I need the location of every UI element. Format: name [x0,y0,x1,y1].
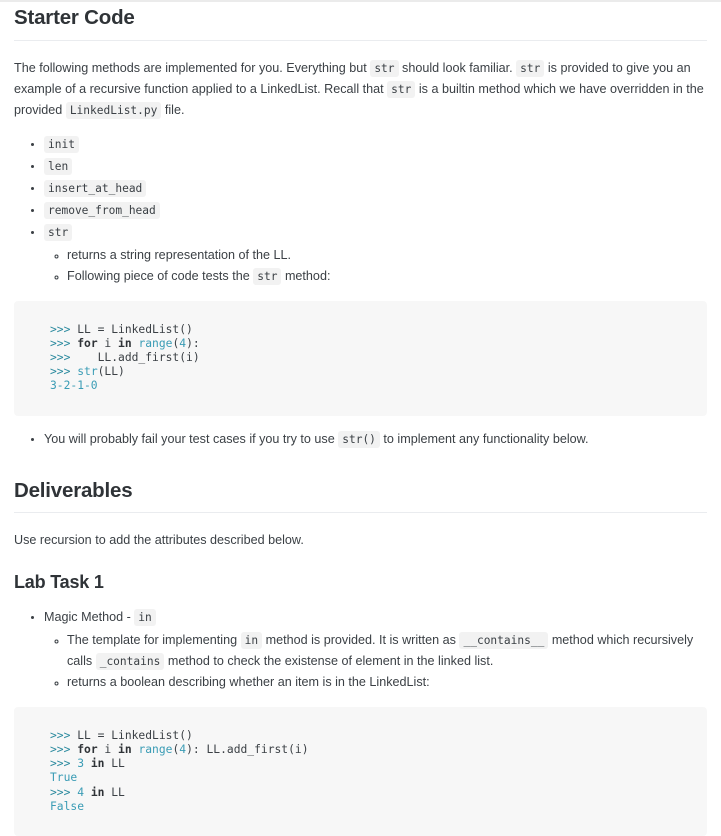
inline-code-str-call: str() [338,430,380,448]
heading-rule-deliverables [14,512,707,514]
method-name-insert-at-head: insert_at_head [44,179,147,197]
list-item-method-remove-from-head: remove_from_head [44,200,707,221]
methods-list: init len insert_at_head remove_from_head… [14,134,707,287]
template-text-part-4: method to check the existense of element… [167,653,494,668]
heading-deliverables: Deliverables [14,478,133,502]
code-prompt: >>> [50,757,78,771]
template-text-part-1: The template for implementing [67,632,238,647]
lab-task-1-list: Magic Method - in The template for imple… [14,607,707,693]
warning-text-pre: You will probably fail your test cases i… [44,431,335,446]
warning-list: You will probably fail your test cases i… [14,429,707,450]
code-token-plain: ): [186,336,200,350]
str-test-note-post: method: [284,268,331,283]
code-token-kw: for [77,743,98,756]
code-token-fn: range [138,743,173,756]
magic-method-label: Magic Method - [44,609,131,624]
spacer-before-lab-task-1 [14,551,707,572]
code-token-plain: LL [104,757,125,771]
deliverables-paragraph: Use recursion to add the attributes desc… [14,533,304,548]
str-test-note-pre: Following piece of code tests the [67,268,250,283]
list-item-method-insert-at-head: insert_at_head [44,178,707,199]
intro-text-part-1: The following methods are implemented fo… [14,60,367,75]
code-token-kw: in [118,336,132,350]
code-token-fn: range [138,336,173,350]
code-token-plain: i [97,743,119,756]
list-item-returns-boolean: returns a boolean describing whether an … [67,672,707,693]
document-page: Starter Code The following methods are i… [0,0,721,836]
code-token-out: True [50,771,78,785]
inline-code-linkedlist-py: LinkedList.py [65,101,162,119]
code-block-in-example: >>> LL = LinkedList() >>> for i in range… [14,706,707,836]
code-block-str-example: >>> LL = LinkedList() >>> for i in range… [14,300,707,416]
inline-code-str-3: str [387,80,416,98]
code-token-plain: LL.add_first(i) [77,351,200,364]
code-token-kw: in [118,743,132,756]
code-prompt: >>> [50,743,78,756]
code-lines-2: >>> LL = LinkedList() >>> for i in range… [50,729,309,813]
code-prompt: >>> [50,322,78,336]
code-lines-1: >>> LL = LinkedList() >>> for i in range… [50,323,200,393]
list-item-method-str: str returns a string representation of t… [44,222,707,287]
method-name-remove-from-head: remove_from_head [44,201,160,219]
intro-text-part-5: file. [164,102,185,117]
code-token-plain: LL = LinkedList() [77,322,193,336]
intro-text-part-2: should look familiar. [402,60,513,75]
top-edge-strip [0,0,721,2]
heading-rule-starter-code [14,39,707,41]
code-prompt: >>> [50,365,78,379]
code-token-plain: LL = LinkedList() [77,728,193,742]
inline-code-str-2: str [516,59,545,77]
inline-code-in-2: in [240,631,263,649]
list-item-method-len: len [44,156,707,177]
code-token-num: 3 [77,757,85,771]
method-str-details-list: returns a string representation of the L… [44,245,707,287]
inline-code-str-4: str [253,267,282,285]
inline-code-underscore-contains: _contains [95,652,165,670]
inline-code-str-1: str [370,59,399,77]
list-item-template-description: The template for implementing in method … [67,630,707,672]
code-token-out: 3-2-1-0 [50,379,98,393]
method-name-str: str [44,223,73,241]
template-text-part-2: method is provided. It is written as [265,632,456,647]
list-item-magic-method: Magic Method - in The template for imple… [44,607,707,693]
code-token-kw: in [90,757,105,771]
inline-code-in-1: in [134,608,156,626]
code-token-plain: i [97,336,119,350]
code-token-plain: (LL) [97,365,125,379]
code-token-fn: str [77,365,98,379]
list-item-method-init: init [44,134,707,155]
code-token-plain: ): LL.add_first(i) [186,743,309,756]
code-token-out: False [50,799,85,813]
code-prompt: >>> [50,351,78,364]
heading-starter-code: Starter Code [14,6,135,29]
code-prompt: >>> [50,336,78,350]
magic-method-details-list: The template for implementing in method … [44,630,707,693]
method-name-init: init [44,135,79,153]
heading-lab-task-1: Lab Task 1 [14,572,104,593]
warning-text-post: to implement any functionality below. [383,431,589,446]
spacer-before-deliverables [14,451,707,473]
inline-code-dunder-contains: __contains__ [459,631,549,649]
method-name-len: len [44,157,73,175]
starter-code-intro-paragraph: The following methods are implemented fo… [14,58,707,121]
list-item-str-test-note: Following piece of code tests the str me… [67,266,707,287]
code-prompt: >>> [50,728,78,742]
list-item-str-returns: returns a string representation of the L… [67,245,707,266]
code-token-kw: for [77,336,98,350]
list-item-str-warning: You will probably fail your test cases i… [44,429,707,450]
